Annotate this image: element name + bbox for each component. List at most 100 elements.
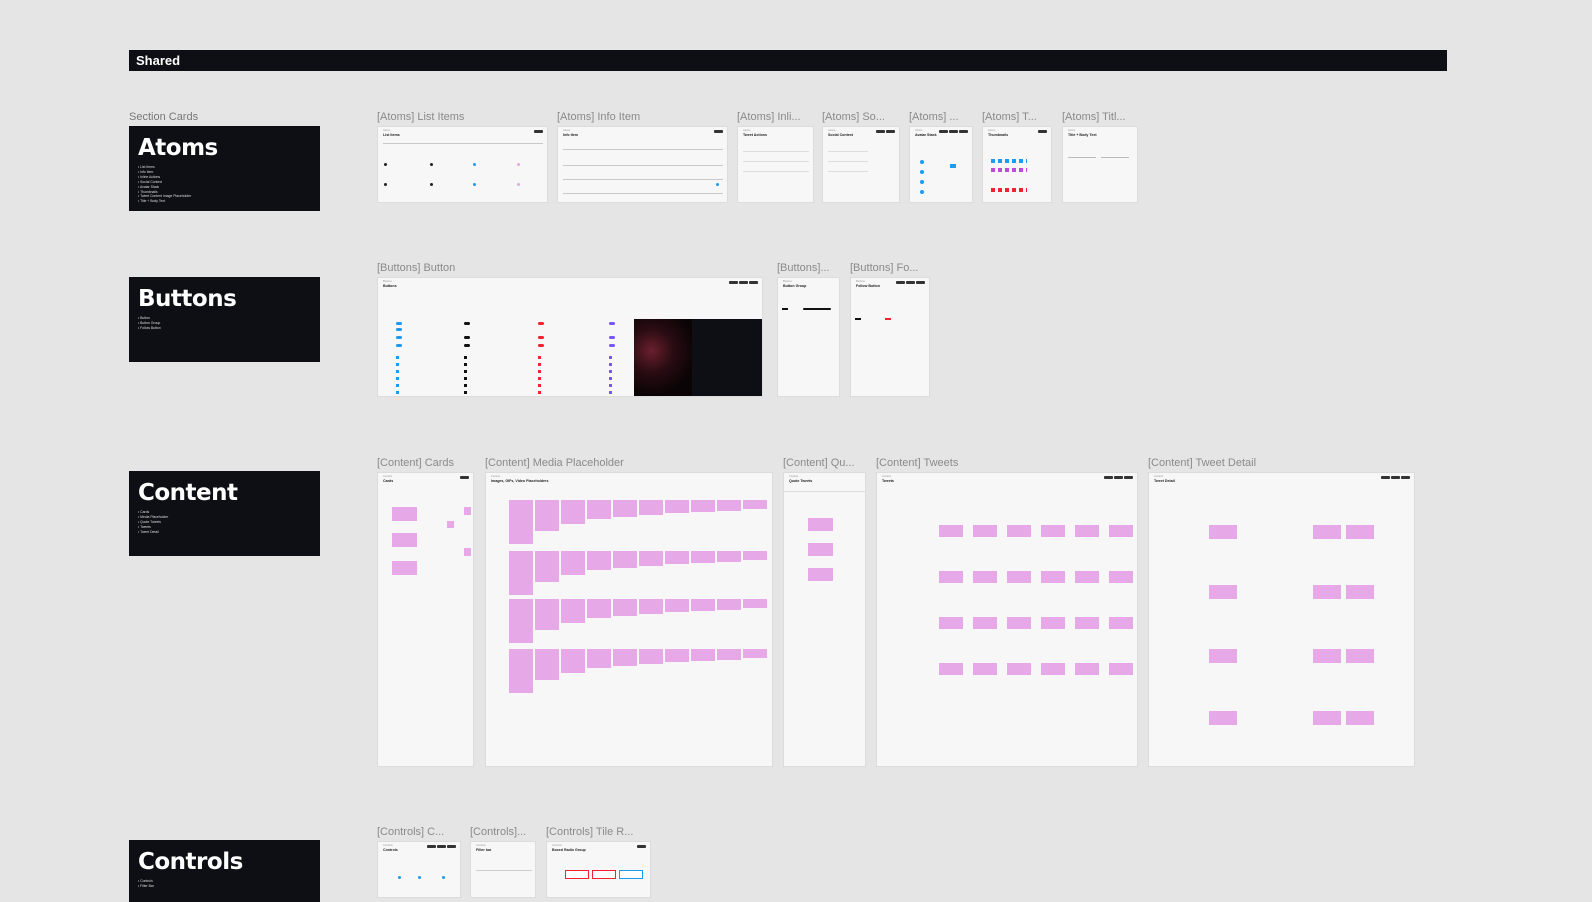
frame-kicker: Atoms bbox=[988, 129, 996, 132]
frame-kicker: Content bbox=[383, 475, 393, 478]
frame-atoms-social-context[interactable]: Atoms Social Context bbox=[822, 126, 900, 203]
sample-photo bbox=[634, 319, 692, 396]
section-card-content[interactable]: Content Cards Media Placeholder Quote Tw… bbox=[129, 471, 320, 556]
frame-label: [Buttons] Button bbox=[377, 262, 456, 274]
frame-title: Boxed Radio Group bbox=[552, 848, 586, 852]
frame-title: List Items bbox=[383, 133, 400, 137]
frame-label: [Atoms] Inli... bbox=[737, 111, 801, 123]
frame-title: Social Context bbox=[828, 133, 853, 137]
frame-kicker: Controls bbox=[476, 844, 486, 847]
section-card-controls[interactable]: Controls Controls Filter Bar bbox=[129, 840, 320, 902]
section-cards-caption: Section Cards bbox=[129, 111, 199, 123]
frame-label: [Controls]... bbox=[470, 826, 527, 838]
frame-kicker: Atoms bbox=[915, 129, 923, 132]
frame-kicker: Atoms bbox=[828, 129, 836, 132]
frame-toolbar bbox=[1038, 130, 1047, 133]
frame-toolbar bbox=[714, 130, 723, 133]
frame-label: [Controls] Tile R... bbox=[546, 826, 634, 838]
frame-atoms-info-item[interactable]: Atoms Info Item bbox=[557, 126, 728, 203]
frame-label: [Atoms] List Items bbox=[377, 111, 465, 123]
frame-label: [Buttons]... bbox=[777, 262, 830, 274]
frame-toolbar bbox=[1104, 476, 1133, 479]
frame-title: Cards bbox=[383, 479, 394, 483]
frame-toolbar bbox=[1381, 476, 1410, 479]
frame-buttons-button[interactable]: Buttons Buttons bbox=[377, 277, 763, 397]
frame-label: [Atoms] So... bbox=[822, 111, 885, 123]
list-item: Tweet Detail bbox=[138, 530, 311, 535]
frame-content-media-placeholder[interactable]: Content Images, GIFs, Video Placeholders bbox=[485, 472, 773, 767]
frame-content-cards[interactable]: Content Cards bbox=[377, 472, 474, 767]
frame-title: Button Group bbox=[783, 284, 807, 288]
frame-atoms-avatar-stack[interactable]: Atoms Avatar Stack bbox=[909, 126, 973, 203]
shared-title: Shared bbox=[136, 53, 181, 68]
frame-atoms-title-body[interactable]: Atoms Title + Body Text bbox=[1062, 126, 1138, 203]
frame-title: Info Item bbox=[563, 133, 578, 137]
frame-kicker: Atoms bbox=[1068, 129, 1076, 132]
frame-kicker: Content bbox=[882, 475, 892, 478]
section-card-title: Controls bbox=[138, 849, 243, 875]
frame-kicker: Atoms bbox=[743, 129, 751, 132]
frame-label: [Content] Qu... bbox=[783, 457, 855, 469]
frame-atoms-thumbnails[interactable]: Atoms Thumbnails bbox=[982, 126, 1052, 203]
frame-controls-tile-radio[interactable]: Controls Boxed Radio Group bbox=[546, 841, 651, 898]
frame-content-tweet-detail[interactable]: Content Tweet Detail bbox=[1148, 472, 1415, 767]
frame-toolbar bbox=[534, 130, 543, 133]
frame-kicker: Atoms bbox=[563, 129, 571, 132]
frame-toolbar bbox=[729, 281, 758, 284]
frame-title: Title + Body Text bbox=[1068, 133, 1097, 137]
frame-toolbar bbox=[427, 845, 456, 848]
frame-kicker: Content bbox=[1154, 475, 1164, 478]
frame-label: [Atoms] Titl... bbox=[1062, 111, 1126, 123]
frame-title: Tweet Detail bbox=[1154, 479, 1175, 483]
frame-title: Thumbnails bbox=[988, 133, 1009, 137]
frame-title: Avatar Stack bbox=[915, 133, 937, 137]
section-card-atoms[interactable]: Atoms List Items Info Item Inline Action… bbox=[129, 126, 320, 211]
frame-kicker: Atoms bbox=[383, 129, 391, 132]
frame-atoms-inline-actions[interactable]: Atoms Tweet Actions bbox=[737, 126, 814, 203]
section-card-list: Controls Filter Bar bbox=[138, 879, 311, 889]
frame-toolbar bbox=[637, 845, 646, 848]
frame-buttons-button-group[interactable]: Buttons Button Group bbox=[777, 277, 840, 397]
section-card-list: List Items Info Item Inline Actions Soci… bbox=[138, 165, 311, 204]
section-card-list: Cards Media Placeholder Quote Tweets Twe… bbox=[138, 510, 311, 535]
frame-title: Filter bar bbox=[476, 848, 492, 852]
shared-section-bar[interactable]: Shared bbox=[129, 50, 1447, 71]
list-item: Title + Body Text bbox=[138, 199, 311, 204]
frame-buttons-follow-button[interactable]: Buttons Follow Button bbox=[850, 277, 930, 397]
frame-label: [Buttons] Fo... bbox=[850, 262, 919, 274]
frame-kicker: Controls bbox=[383, 844, 393, 847]
frame-title: Controls bbox=[383, 848, 398, 852]
frame-label: [Controls] C... bbox=[377, 826, 445, 838]
frame-controls-filter-bar[interactable]: Controls Filter bar bbox=[470, 841, 536, 898]
section-card-title: Buttons bbox=[138, 286, 237, 312]
frame-label: [Content] Tweets bbox=[876, 457, 959, 469]
frame-content-quote-tweets[interactable]: Content Quote Tweets bbox=[783, 472, 866, 767]
section-card-title: Atoms bbox=[138, 135, 218, 161]
frame-kicker: Controls bbox=[552, 844, 562, 847]
frame-controls-controls[interactable]: Controls Controls bbox=[377, 841, 461, 898]
frame-label: [Content] Cards bbox=[377, 457, 455, 469]
frame-title: Images, GIFs, Video Placeholders bbox=[491, 479, 549, 483]
frame-atoms-list-items[interactable]: Atoms List Items bbox=[377, 126, 548, 203]
frame-title: Buttons bbox=[383, 284, 397, 288]
frame-title: Quote Tweets bbox=[789, 479, 813, 483]
frame-title: Tweets bbox=[882, 479, 894, 483]
frame-label: [Atoms] T... bbox=[982, 111, 1037, 123]
frame-label: [Atoms] Info Item bbox=[557, 111, 641, 123]
frame-title: Follow Button bbox=[856, 284, 880, 288]
frame-kicker: Content bbox=[789, 475, 799, 478]
frame-label: [Content] Media Placeholder bbox=[485, 457, 624, 469]
frame-toolbar bbox=[939, 130, 968, 133]
frame-kicker: Content bbox=[491, 475, 501, 478]
list-item: Filter Bar bbox=[138, 884, 311, 889]
frame-kicker: Buttons bbox=[783, 280, 792, 283]
frame-label: [Atoms] ... bbox=[909, 111, 959, 123]
list-item: Follow Button bbox=[138, 326, 311, 331]
frame-toolbar bbox=[876, 130, 895, 133]
frame-toolbar bbox=[896, 281, 925, 284]
frame-toolbar bbox=[460, 476, 469, 479]
frame-content-tweets[interactable]: Content Tweets bbox=[876, 472, 1138, 767]
section-card-list: Button Button Group Follow Button bbox=[138, 316, 311, 331]
frame-kicker: Buttons bbox=[856, 280, 865, 283]
section-card-buttons[interactable]: Buttons Button Button Group Follow Butto… bbox=[129, 277, 320, 362]
